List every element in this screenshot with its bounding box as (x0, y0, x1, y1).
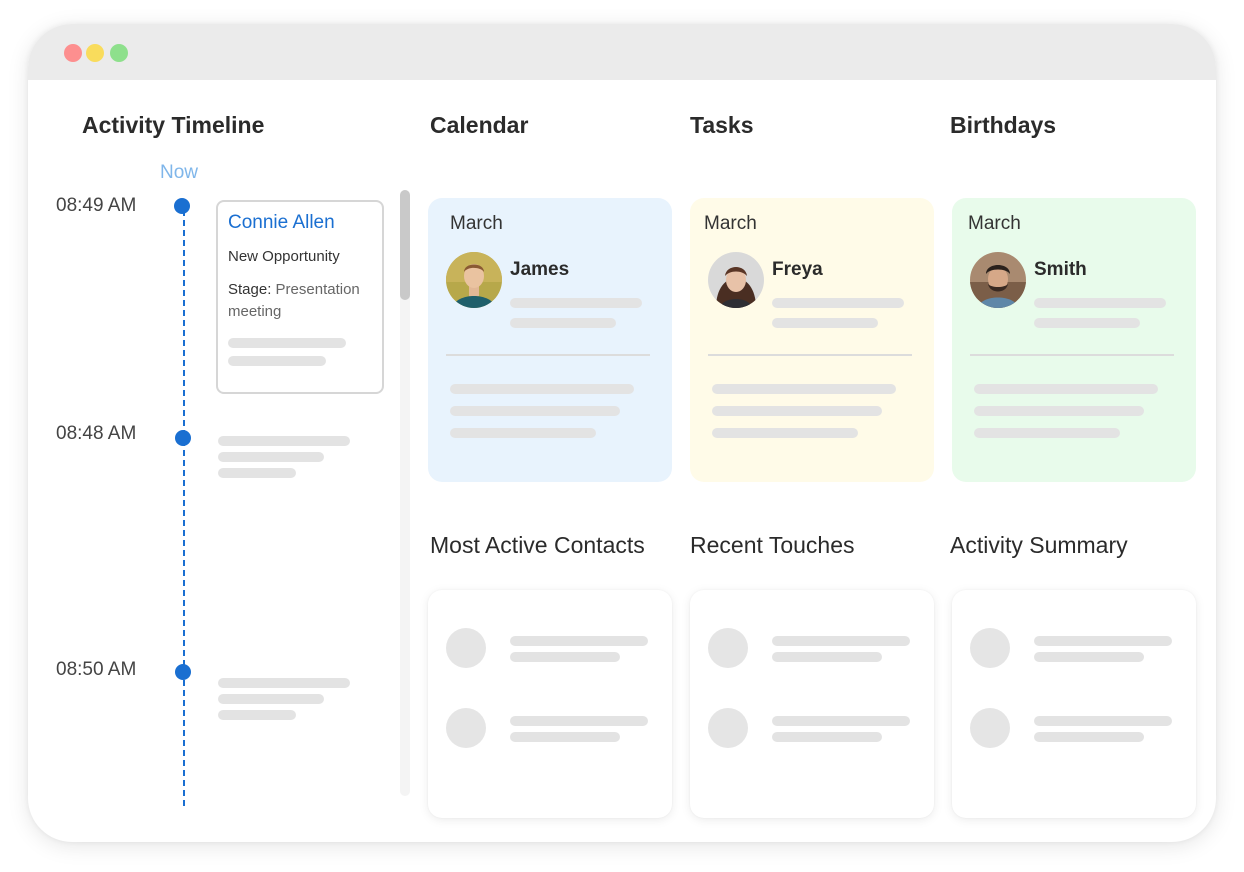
placeholder-line (510, 636, 648, 646)
card-divider (970, 354, 1174, 356)
placeholder-line (772, 318, 878, 328)
placeholder-line (450, 428, 596, 438)
placeholder-line (1034, 318, 1140, 328)
contact-name[interactable]: James (510, 259, 569, 281)
most-active-contacts-title: Most Active Contacts (430, 532, 645, 558)
close-window-dot[interactable] (64, 44, 82, 62)
app-window: Activity Timeline Now 08:49 AM 08:48 AM … (28, 24, 1216, 842)
placeholder-line (228, 338, 346, 348)
avatar-placeholder (446, 628, 486, 668)
card-month: March (450, 213, 503, 234)
placeholder-line (772, 652, 882, 662)
recent-touches-title: Recent Touches (690, 532, 855, 558)
placeholder-line (510, 732, 620, 742)
placeholder-line (510, 716, 648, 726)
tasks-card[interactable]: March Freya (690, 198, 934, 482)
placeholder-line (450, 406, 620, 416)
maximize-window-dot[interactable] (110, 44, 128, 62)
avatar-photo-icon (708, 252, 764, 308)
avatar-placeholder (708, 708, 748, 748)
recent-touches-card[interactable] (690, 590, 934, 818)
event-time: 08:48 AM (56, 423, 137, 444)
placeholder-line (218, 710, 296, 720)
placeholder-line (712, 428, 858, 438)
placeholder-line (1034, 298, 1166, 308)
avatar-photo-icon (446, 252, 502, 308)
contact-name[interactable]: Freya (772, 259, 823, 281)
timeline-dot (175, 664, 191, 680)
timeline-event-card[interactable]: Connie Allen New Opportunity Stage: Pres… (216, 200, 384, 394)
event-time: 08:49 AM (56, 195, 137, 216)
minimize-window-dot[interactable] (86, 44, 104, 62)
placeholder-line (974, 406, 1144, 416)
placeholder-line (1034, 652, 1144, 662)
avatar-placeholder (970, 708, 1010, 748)
placeholder-line (1034, 732, 1144, 742)
title-bar (28, 24, 1216, 80)
placeholder-line (218, 694, 324, 704)
birthdays-card[interactable]: March Smith (952, 198, 1196, 482)
placeholder-line (450, 384, 634, 394)
placeholder-line (772, 636, 910, 646)
placeholder-line (1034, 716, 1172, 726)
card-divider (446, 354, 650, 356)
placeholder-line (712, 406, 882, 416)
placeholder-line (228, 356, 326, 366)
placeholder-line (218, 452, 324, 462)
activity-summary-card[interactable] (952, 590, 1196, 818)
scrollbar-thumb[interactable] (400, 190, 410, 300)
avatar-placeholder (446, 708, 486, 748)
card-month: March (968, 213, 1021, 234)
placeholder-line (510, 318, 616, 328)
avatar-photo-icon (970, 252, 1026, 308)
timeline-dot (174, 198, 190, 214)
stage-label: Stage: (228, 281, 272, 298)
placeholder-line (772, 716, 910, 726)
timeline-scrollbar[interactable] (400, 190, 410, 796)
placeholder-line (1034, 636, 1172, 646)
placeholder-line (772, 298, 904, 308)
timeline-dot (175, 430, 191, 446)
activity-timeline-title: Activity Timeline (82, 112, 265, 138)
avatar-placeholder (970, 628, 1010, 668)
event-time: 08:50 AM (56, 659, 137, 680)
calendar-card[interactable]: March James (428, 198, 672, 482)
placeholder-line (218, 436, 350, 446)
placeholder-line (218, 678, 350, 688)
placeholder-line (712, 384, 896, 394)
card-divider (708, 354, 912, 356)
placeholder-line (510, 298, 642, 308)
contact-name-link[interactable]: Connie Allen (228, 212, 372, 234)
birthdays-title: Birthdays (950, 112, 1057, 138)
now-label: Now (160, 162, 199, 183)
timeline-line (183, 200, 185, 806)
placeholder-line (974, 384, 1158, 394)
placeholder-line (772, 732, 882, 742)
avatar-placeholder (708, 628, 748, 668)
placeholder-line (974, 428, 1120, 438)
most-active-contacts-card[interactable] (428, 590, 672, 818)
contact-name[interactable]: Smith (1034, 259, 1087, 281)
event-type: New Opportunity (228, 248, 340, 265)
tasks-title: Tasks (690, 112, 754, 138)
card-month: March (704, 213, 757, 234)
placeholder-line (510, 652, 620, 662)
placeholder-line (218, 468, 296, 478)
calendar-title: Calendar (430, 112, 529, 138)
activity-summary-title: Activity Summary (950, 532, 1128, 558)
event-stage: Stage: Presentation meeting (228, 279, 372, 323)
